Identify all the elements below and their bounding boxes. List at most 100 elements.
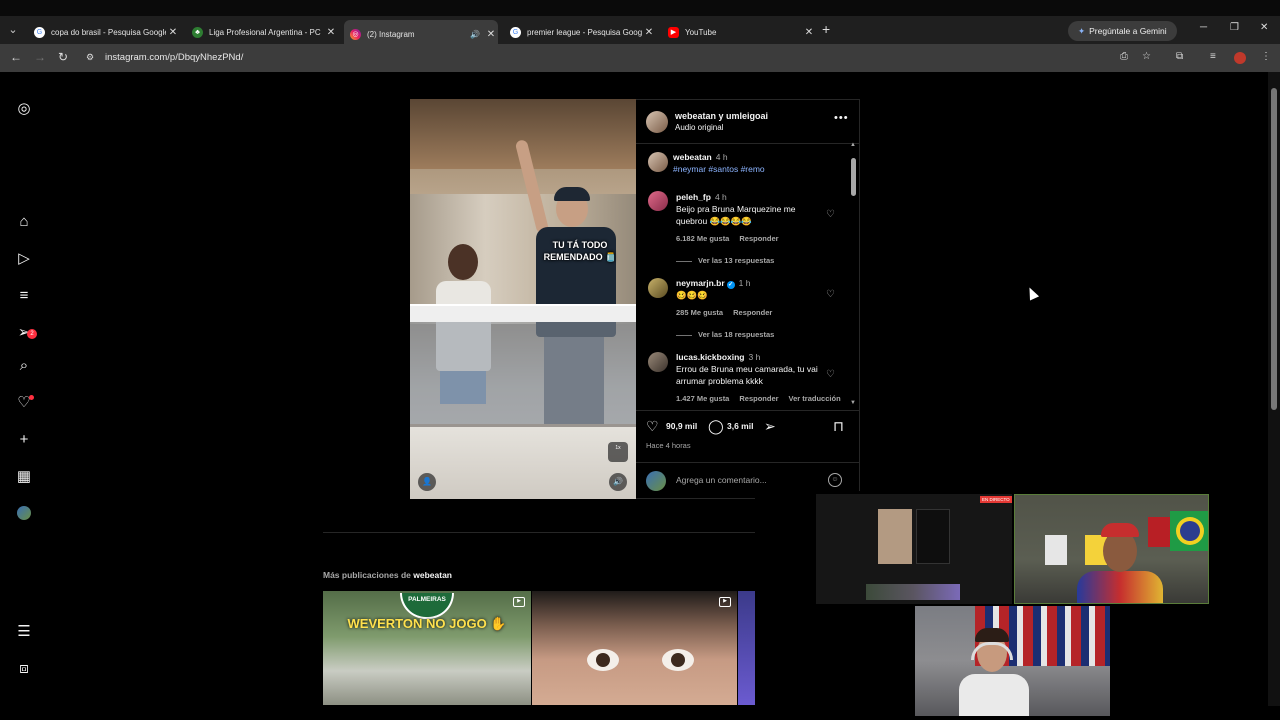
comment-user[interactable]: peleh_fp 4 h bbox=[676, 192, 727, 202]
tab-search-icon[interactable]: ⌄ bbox=[6, 20, 20, 40]
reels-icon[interactable]: ▷ bbox=[15, 250, 33, 268]
scroll-up-arrow-icon[interactable]: ▲ bbox=[850, 142, 856, 148]
install-app-icon[interactable]: ⎙ bbox=[1120, 51, 1128, 62]
close-icon[interactable]: ✕ bbox=[324, 27, 338, 38]
caption-hashtags[interactable]: #neymar #santos #remo bbox=[673, 164, 765, 174]
comments-scrollbar[interactable]: ▲ ▼ bbox=[850, 142, 858, 410]
emoji-picker-icon[interactable]: ☺ bbox=[828, 473, 842, 487]
messages-badge: 2 bbox=[27, 329, 37, 339]
media-controls-icon[interactable]: ≡ bbox=[1210, 51, 1216, 62]
comment-user[interactable]: lucas.kickboxing 3 h bbox=[676, 352, 760, 362]
forward-button[interactable]: → bbox=[34, 50, 46, 64]
comment-user[interactable]: neymarjn.br ✓ 1 h bbox=[676, 278, 750, 289]
also-from-meta-icon[interactable]: ⧈ bbox=[15, 660, 33, 678]
like-count[interactable]: 90,9 mil bbox=[666, 421, 697, 431]
more-posts-user[interactable]: webeatan bbox=[413, 570, 452, 580]
gemini-label: Pregúntale a Gemini bbox=[1089, 26, 1167, 36]
like-heart-icon[interactable]: ♡ bbox=[646, 418, 659, 435]
caption-user[interactable]: webeatan 4 h bbox=[673, 152, 728, 162]
close-icon[interactable]: ✕ bbox=[484, 29, 498, 40]
comment-bubble-icon[interactable]: ◯ bbox=[708, 418, 724, 435]
close-icon[interactable]: ✕ bbox=[166, 27, 180, 38]
site-info-icon[interactable]: ⚙ bbox=[86, 52, 94, 63]
posted-time: Hace 4 horas bbox=[646, 441, 691, 450]
home-icon[interactable]: ⌂ bbox=[15, 213, 33, 231]
verified-badge-icon: ✓ bbox=[726, 281, 735, 289]
comment-avatar[interactable] bbox=[648, 352, 668, 372]
profile-avatar[interactable] bbox=[1234, 52, 1246, 64]
comment-text: 🥴🥴🥴 bbox=[676, 290, 708, 300]
translate-button[interactable]: Ver traducción bbox=[789, 394, 841, 403]
reply-button[interactable]: Responder bbox=[739, 234, 778, 243]
speed-label: 1x bbox=[615, 445, 621, 451]
reload-button[interactable]: ↻ bbox=[58, 50, 68, 64]
tab-premier-league[interactable]: G premier league - Pesquisa Google ✕ bbox=[504, 20, 656, 44]
audio-label[interactable]: Audio original bbox=[675, 123, 723, 132]
address-bar: ← → ↻ ⚙ instagram.com/p/DbqyNhezPNd/ ⎙ ☆… bbox=[0, 44, 1280, 72]
close-icon[interactable]: ✕ bbox=[642, 27, 656, 38]
close-icon[interactable]: ✕ bbox=[802, 27, 816, 38]
tab-youtube[interactable]: ▶ YouTube ✕ bbox=[662, 20, 816, 44]
gemini-button[interactable]: ✦ Pregúntale a Gemini bbox=[1068, 21, 1177, 41]
post-authors[interactable]: webeatan y umleigoai bbox=[675, 111, 768, 121]
tagged-people-icon[interactable]: 👤 bbox=[418, 473, 436, 491]
more-options-icon[interactable]: ••• bbox=[834, 112, 849, 124]
playback-speed-button[interactable]: 1x bbox=[608, 442, 628, 462]
comment-input[interactable] bbox=[676, 475, 816, 485]
more-menu-icon[interactable]: ☰ bbox=[15, 623, 33, 641]
new-tab-button[interactable]: + bbox=[822, 21, 830, 37]
search-icon[interactable]: ⌕ bbox=[15, 357, 33, 375]
scroll-down-arrow-icon[interactable]: ▼ bbox=[850, 400, 856, 406]
comment-likes[interactable]: 285 Me gusta bbox=[676, 308, 723, 317]
speaker-icon[interactable]: 🔊 bbox=[470, 30, 484, 39]
bookmark-star-icon[interactable]: ☆ bbox=[1142, 51, 1151, 62]
comment-meta: 285 Me gusta Responder bbox=[676, 308, 782, 317]
comments-scrollbar-thumb[interactable] bbox=[851, 158, 856, 196]
more-post-thumbnail[interactable]: PALMEIRAS WEVERTON NO JOGO ✋ ▶ bbox=[323, 591, 531, 705]
menu-kebab-icon[interactable]: ⋮ bbox=[1261, 51, 1271, 62]
thumbnail-eye bbox=[587, 649, 619, 671]
comment-like-heart-icon[interactable]: ♡ bbox=[826, 289, 835, 300]
view-replies-button[interactable]: Ver las 18 respuestas bbox=[676, 330, 774, 339]
share-send-icon[interactable]: ➢ bbox=[764, 418, 776, 435]
view-replies-button[interactable]: Ver las 13 respuestas bbox=[676, 256, 774, 265]
caption-avatar[interactable] bbox=[648, 152, 668, 172]
author-avatar[interactable] bbox=[646, 111, 668, 133]
comment-likes[interactable]: 1.427 Me gusta bbox=[676, 394, 729, 403]
volume-icon[interactable]: 🔊 bbox=[609, 473, 627, 491]
tab-copa-do-brasil[interactable]: G copa do brasil - Pesquisa Google ✕ bbox=[28, 20, 180, 44]
minimize-button[interactable]: ─ bbox=[1200, 22, 1207, 33]
leaf-icon: ♣ bbox=[192, 26, 203, 38]
window-close-button[interactable]: ✕ bbox=[1260, 22, 1268, 33]
create-plus-icon[interactable]: + bbox=[15, 431, 33, 449]
sparkle-icon: ✦ bbox=[1078, 26, 1086, 36]
feed-list-icon[interactable]: ≡ bbox=[15, 287, 33, 305]
reply-button[interactable]: Responder bbox=[733, 308, 772, 317]
screen-capture-video bbox=[878, 509, 912, 564]
comment-like-heart-icon[interactable]: ♡ bbox=[826, 209, 835, 220]
comment-count[interactable]: 3,6 mil bbox=[727, 421, 753, 431]
back-button[interactable]: ← bbox=[10, 50, 22, 64]
comment-like-heart-icon[interactable]: ♡ bbox=[826, 369, 835, 380]
restore-button[interactable]: ❐ bbox=[1230, 22, 1239, 33]
screen-capture-panel bbox=[916, 509, 950, 564]
instagram-icon: ◎ bbox=[350, 28, 361, 40]
comment-avatar[interactable] bbox=[648, 278, 668, 298]
profile-avatar-icon[interactable] bbox=[15, 506, 33, 524]
more-post-thumbnail[interactable]: ▶ bbox=[532, 591, 737, 705]
more-post-thumbnail[interactable] bbox=[738, 591, 755, 705]
comment-likes[interactable]: 6.182 Me gusta bbox=[676, 234, 729, 243]
dashboard-icon[interactable]: ▦ bbox=[15, 468, 33, 486]
tab-liga-profesional[interactable]: ♣ Liga Profesional Argentina - PC ✕ bbox=[186, 20, 338, 44]
comment-avatar[interactable] bbox=[648, 191, 668, 211]
comment-text: Errou de Bruna meu camarada, tu vai arru… bbox=[676, 364, 818, 386]
post-video[interactable]: TU TÁ TODO REMENDADO 🫙 1x 👤 🔊 bbox=[410, 99, 636, 499]
save-bookmark-icon[interactable]: ⊓ bbox=[833, 418, 844, 435]
video-glass bbox=[410, 322, 636, 424]
comment-meta: 1.427 Me gusta Responder Ver traducción bbox=[676, 394, 851, 403]
extensions-icon[interactable]: ⧉ bbox=[1176, 51, 1183, 62]
page-scrollbar-thumb[interactable] bbox=[1271, 88, 1277, 410]
reply-button[interactable]: Responder bbox=[739, 394, 778, 403]
url-field[interactable]: instagram.com/p/DbqyNhezPNd/ bbox=[105, 52, 243, 63]
instagram-logo-icon[interactable]: ◎ bbox=[15, 100, 33, 118]
